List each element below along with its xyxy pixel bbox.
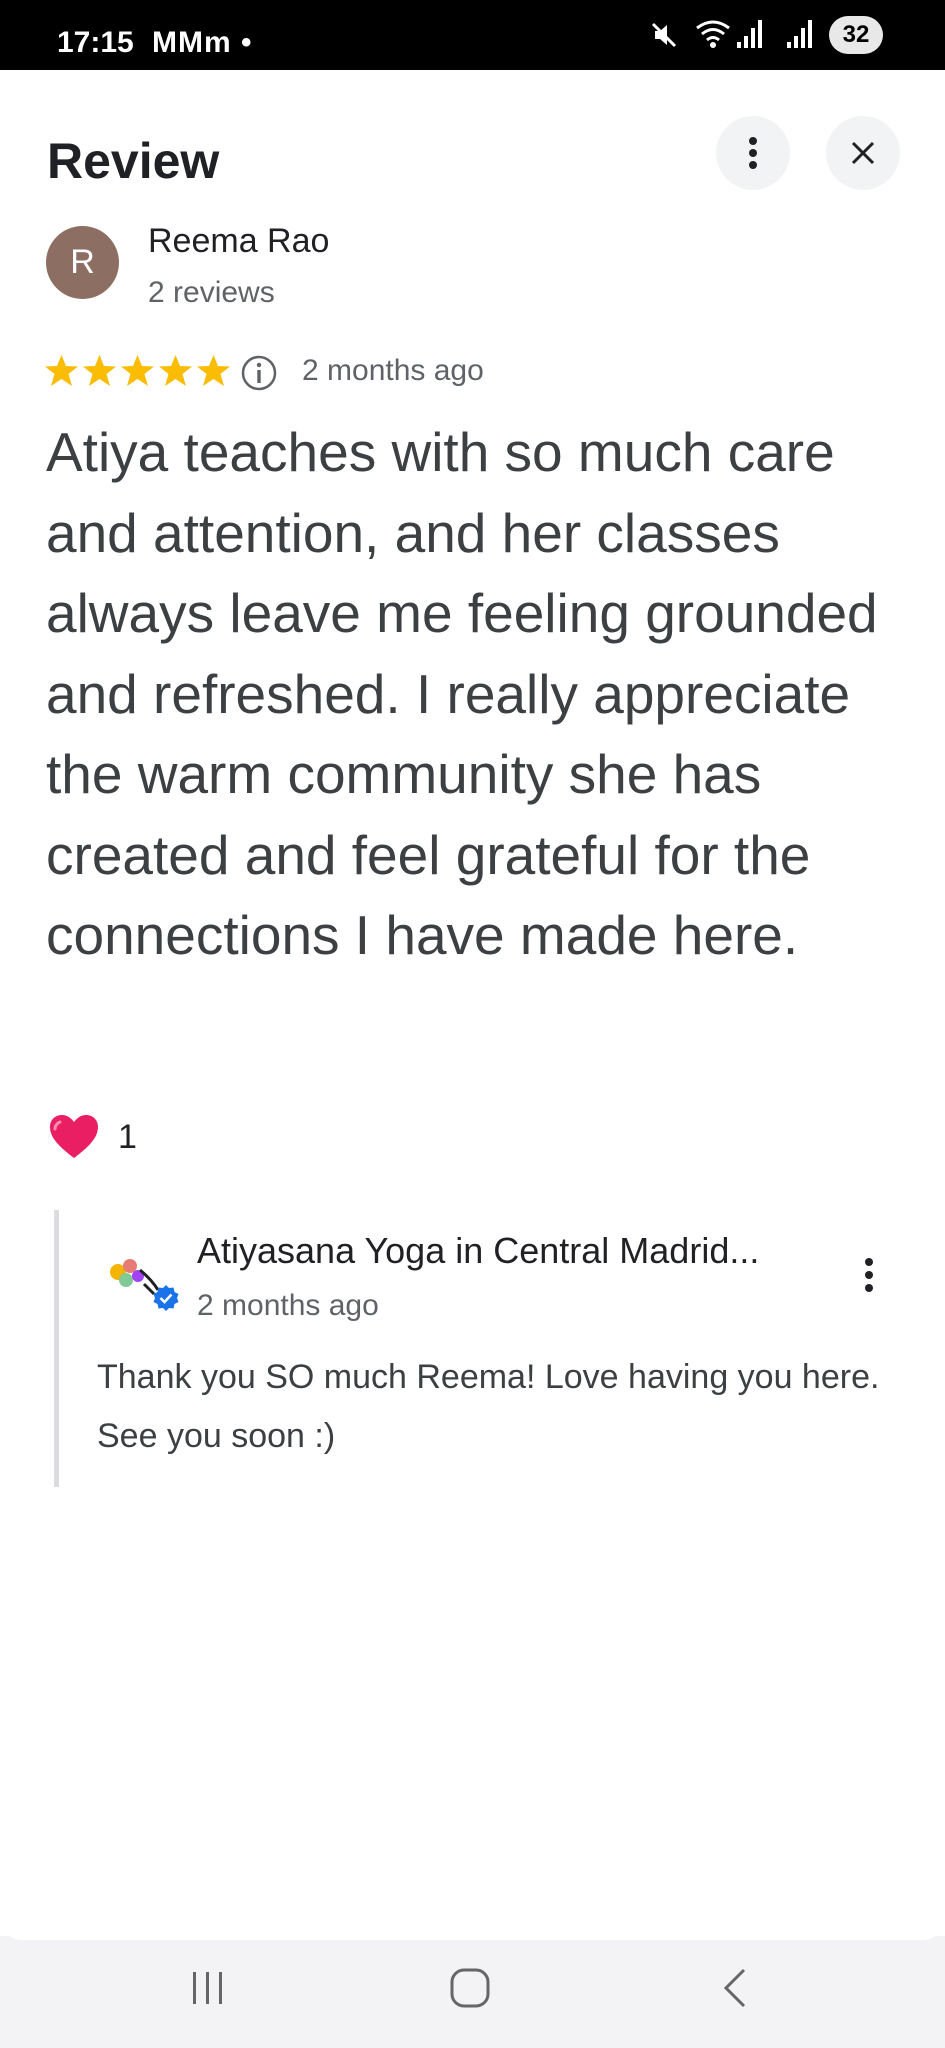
recents-icon[interactable] (188, 1966, 228, 2010)
reply-divider (54, 1210, 59, 1487)
reviewer-name[interactable]: Reema Rao (148, 222, 329, 261)
status-bar: 17:15 MMm • 32 (0, 0, 945, 70)
home-icon[interactable] (448, 1966, 492, 2010)
mute-icon (651, 22, 677, 48)
status-time: 17:15 (57, 26, 134, 59)
info-icon[interactable] (240, 354, 278, 392)
back-icon[interactable] (720, 1966, 750, 2010)
notification-icons: MMm • (152, 26, 253, 59)
close-button[interactable] (826, 116, 900, 190)
star-icon (197, 355, 230, 386)
signal-icon (737, 20, 762, 48)
battery-indicator: 32 (829, 16, 883, 54)
owner-reply-date: 2 months ago (197, 1289, 379, 1322)
reviewer-avatar[interactable]: R (46, 226, 119, 299)
heart-icon[interactable] (48, 1113, 100, 1161)
reviewer-review-count: 2 reviews (148, 276, 275, 309)
verified-icon (153, 1285, 179, 1311)
more-vertical-icon (749, 137, 757, 169)
reaction-count: 1 (118, 1118, 137, 1156)
star-icon (45, 355, 78, 386)
reply-more-icon[interactable] (862, 1256, 876, 1294)
wifi-icon (696, 20, 730, 48)
star-rating (44, 354, 231, 394)
owner-reply-text: Thank you SO much Reema! Love having you… (97, 1358, 880, 1455)
close-icon (851, 141, 875, 165)
sheet-bottom-edge (0, 1900, 945, 1940)
star-icon (121, 355, 154, 386)
star-icon (159, 355, 192, 386)
owner-name[interactable]: Atiyasana Yoga in Central Madrid... (197, 1230, 837, 1272)
page-title: Review (47, 133, 220, 189)
review-text: Atiya teaches with so much care and atte… (46, 421, 878, 966)
star-icon (83, 355, 116, 386)
review-date: 2 months ago (302, 354, 484, 387)
more-options-button[interactable] (716, 116, 790, 190)
signal-icon-2 (787, 20, 812, 48)
